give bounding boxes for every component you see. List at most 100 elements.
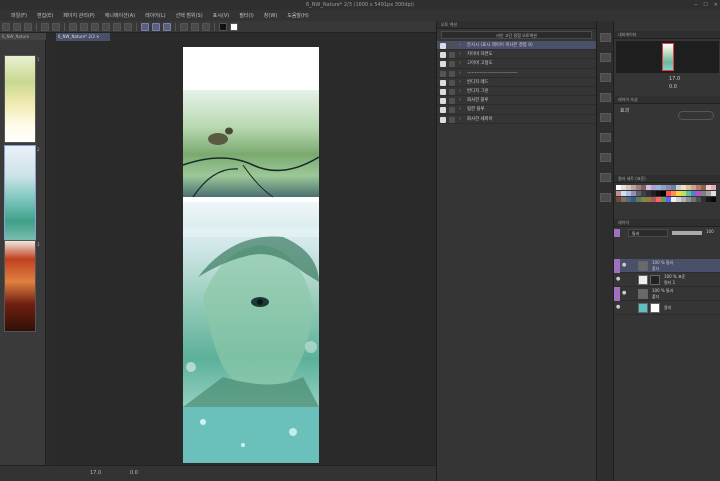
expand-chevron-icon[interactable]: › — [459, 105, 461, 114]
page-thumbnail-3[interactable] — [4, 240, 36, 332]
maximize-icon[interactable]: ☐ — [703, 0, 707, 10]
panel-dock-icon[interactable] — [600, 173, 611, 182]
opacity-slider[interactable] — [672, 231, 702, 235]
action-enable-checkbox[interactable] — [440, 61, 446, 68]
action-row[interactable]: › 화사한 블루 — [437, 96, 596, 106]
save-icon[interactable] — [24, 22, 32, 31]
expand-chevron-icon[interactable]: › — [459, 69, 461, 78]
expand-chevron-icon[interactable]: › — [459, 41, 461, 50]
action-row[interactable]: › 반디지 레드 — [437, 78, 596, 87]
panel-dock-icon[interactable] — [600, 113, 611, 122]
layer-panel-tab[interactable]: 레이어 — [614, 219, 720, 227]
layer-row[interactable]: ● 100 % 통과 폴더 — [614, 259, 720, 273]
navigator-angle[interactable]: 0.0 — [669, 84, 677, 90]
document-tab[interactable]: 6_NW_Nature* 2/3 ✕ — [56, 33, 110, 41]
undo-icon[interactable] — [41, 22, 49, 31]
action-row[interactable]: › 분사시 (표시 레이어 복사본 결합 0) — [437, 41, 596, 51]
action-enable-checkbox[interactable] — [440, 79, 446, 86]
menu-filter[interactable]: 필터(I) — [234, 12, 259, 19]
action-enable-checkbox[interactable] — [440, 98, 446, 105]
menu-selection[interactable]: 선택 범위(S) — [171, 12, 208, 19]
navigator-zoom[interactable]: 17.0 — [669, 76, 680, 82]
eye-icon[interactable]: ● — [622, 291, 628, 296]
blend-mode-select[interactable]: 통과 — [628, 229, 668, 237]
expand-chevron-icon[interactable]: › — [459, 87, 461, 96]
tablet-icon[interactable] — [202, 22, 210, 31]
crop-icon[interactable] — [124, 22, 132, 31]
panel-dock-icon[interactable] — [600, 153, 611, 162]
menu-help[interactable]: 도움말(H) — [282, 12, 313, 19]
action-set-select[interactable]: 라인 고단 정점 오토액션 — [441, 31, 592, 39]
menu-file[interactable]: 파일(F) — [6, 12, 32, 19]
color-swatch[interactable] — [711, 185, 716, 190]
action-dialog-toggle[interactable] — [449, 107, 455, 114]
snap-grid-icon[interactable] — [163, 22, 171, 31]
export-icon[interactable] — [191, 22, 199, 31]
new-icon[interactable] — [2, 22, 10, 31]
action-row[interactable]: › 지이비 자연도 — [437, 50, 596, 60]
navigator-viewport[interactable] — [662, 43, 674, 71]
menu-animation[interactable]: 애니메이션(A) — [100, 12, 140, 19]
layer-row[interactable]: ● 100 % 표준 필터 1 — [614, 273, 720, 287]
fill-icon[interactable] — [80, 22, 88, 31]
expand-chevron-icon[interactable]: › — [459, 50, 461, 59]
sub-color-icon[interactable] — [230, 22, 238, 31]
menu-edit[interactable]: 편집(E) — [32, 12, 58, 19]
action-dialog-toggle[interactable] — [449, 98, 455, 105]
invert-selection-icon[interactable] — [113, 22, 121, 31]
layer-row[interactable]: ● 100 % 통과 폴더 — [614, 287, 720, 301]
clear-icon[interactable] — [69, 22, 77, 31]
color-swatch-grid[interactable] — [616, 185, 719, 217]
action-enable-checkbox[interactable] — [440, 52, 446, 59]
expand-chevron-icon[interactable]: › — [459, 78, 461, 87]
redo-icon[interactable] — [52, 22, 60, 31]
menu-layer[interactable]: 레이어(L) — [140, 12, 171, 19]
action-row[interactable]: › 핑한 블루 — [437, 105, 596, 115]
eye-icon[interactable]: ● — [616, 305, 622, 310]
color-swatch[interactable] — [711, 191, 716, 196]
panel-dock-icon[interactable] — [600, 93, 611, 102]
menu-page[interactable]: 페이지 관리(P) — [58, 12, 100, 19]
layer-row[interactable]: ● 용지 — [614, 301, 720, 315]
action-enable-checkbox[interactable] — [440, 116, 446, 123]
panel-dock-icon[interactable] — [600, 133, 611, 142]
panel-dock-icon[interactable] — [600, 53, 611, 62]
open-icon[interactable] — [13, 22, 21, 31]
navigator-panel-tab[interactable]: 내비게이터 — [614, 31, 720, 39]
transform-icon[interactable] — [91, 22, 99, 31]
action-enable-checkbox[interactable] — [440, 88, 446, 95]
action-enable-checkbox[interactable] — [440, 70, 446, 77]
rotation-value[interactable]: 0.0 — [130, 470, 138, 476]
action-dialog-toggle[interactable] — [449, 43, 455, 49]
snap-guide-icon[interactable] — [152, 22, 160, 31]
comic-page-canvas[interactable] — [183, 47, 319, 463]
expand-chevron-icon[interactable]: › — [459, 115, 461, 124]
panel-dock-icon[interactable] — [600, 73, 611, 82]
layer-property-tab[interactable]: 레이어 속성 — [614, 96, 720, 104]
menu-window[interactable]: 창(W) — [259, 12, 282, 19]
action-dialog-toggle[interactable] — [449, 88, 455, 95]
action-dialog-toggle[interactable] — [449, 79, 455, 86]
action-enable-checkbox[interactable] — [440, 43, 446, 49]
close-icon[interactable]: ✕ — [714, 0, 718, 10]
action-dialog-toggle[interactable] — [449, 61, 455, 68]
deselect-icon[interactable] — [102, 22, 110, 31]
action-row[interactable]: › 반디지 그린 — [437, 87, 596, 97]
eye-icon[interactable]: ● — [616, 277, 622, 282]
effect-buttons[interactable] — [678, 111, 714, 120]
settings-icon[interactable] — [180, 22, 188, 31]
opacity-value[interactable]: 100 — [706, 229, 714, 234]
main-color-icon[interactable] — [219, 22, 227, 31]
action-row[interactable]: › 고이비 고정도 — [437, 59, 596, 69]
action-row[interactable]: › 화사한 세피아 — [437, 115, 596, 124]
expand-chevron-icon[interactable]: › — [459, 96, 461, 105]
color-set-tab[interactable]: 컬러 세트 (표준) — [614, 175, 720, 183]
snap-ruler-icon[interactable] — [141, 22, 149, 31]
navigator-preview[interactable] — [616, 41, 719, 73]
auto-action-tab[interactable]: 오토 액션 — [437, 21, 596, 29]
expand-chevron-icon[interactable]: › — [459, 59, 461, 68]
action-enable-checkbox[interactable] — [440, 107, 446, 114]
panel-dock-icon[interactable] — [600, 33, 611, 42]
color-swatch[interactable] — [711, 197, 716, 202]
action-dialog-toggle[interactable] — [449, 52, 455, 59]
